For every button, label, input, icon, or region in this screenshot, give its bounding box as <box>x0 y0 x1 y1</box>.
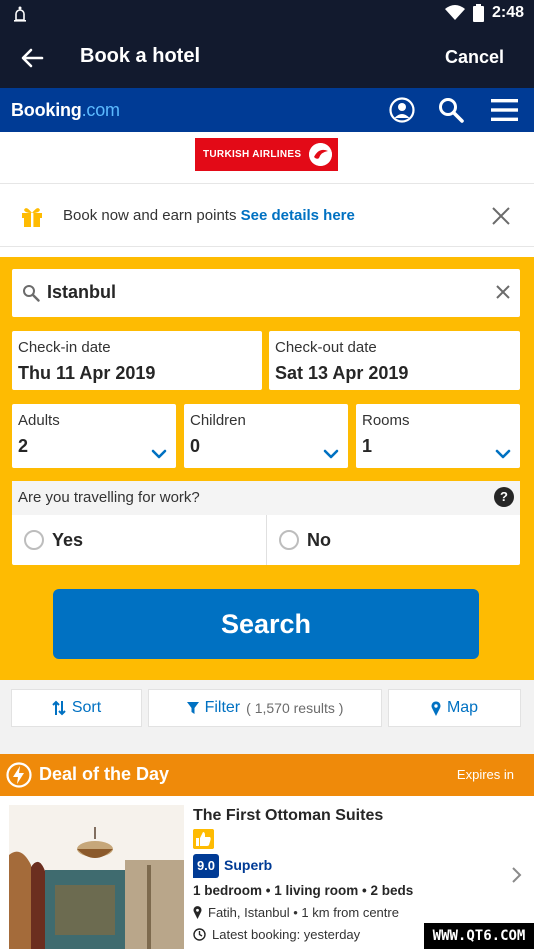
checkout-label: Check-out date <box>275 339 377 356</box>
search-button[interactable]: Search <box>53 589 479 659</box>
destination-input[interactable]: Istanbul <box>12 269 520 317</box>
checkin-value: Thu 11 Apr 2019 <box>18 363 156 383</box>
hotel-rooms: 1 bedroom • 1 living room • 2 beds <box>193 883 414 898</box>
clear-icon[interactable] <box>494 283 512 301</box>
map-pin-icon <box>431 700 441 716</box>
rooms-select[interactable]: Rooms 1 <box>356 404 520 468</box>
work-no-option[interactable]: No <box>266 515 520 565</box>
rooms-value: 1 <box>362 436 373 456</box>
checkout-value: Sat 13 Apr 2019 <box>275 363 409 383</box>
chevron-down-icon <box>323 449 339 459</box>
gift-icon <box>22 208 42 227</box>
watermark: WWW.QT6.COM <box>424 923 534 949</box>
lightning-icon <box>6 762 32 788</box>
airline-emblem-icon <box>309 143 332 166</box>
radio-button[interactable] <box>24 530 44 550</box>
booking-header: Booking.com <box>0 88 534 132</box>
location-pin-icon <box>193 906 202 919</box>
checkout-date-field[interactable]: Check-out date Sat 13 Apr 2019 <box>269 331 520 390</box>
promo-text: Book now and earn points See details her… <box>63 207 355 224</box>
radio-button[interactable] <box>279 530 299 550</box>
thumbs-up-icon <box>193 829 214 849</box>
promo-banner: Book now and earn points See details her… <box>0 183 534 247</box>
hotel-name: The First Ottoman Suites <box>193 807 384 824</box>
yes-label: Yes <box>52 530 84 550</box>
hotel-location: Fatih, Istanbul • 1 km from centre <box>193 905 399 920</box>
app-bar: Book a hotel Cancel <box>0 28 534 88</box>
deal-title: Deal of the Day <box>39 764 170 784</box>
booking-logo[interactable]: Booking.com <box>11 100 120 121</box>
chevron-down-icon <box>151 449 167 459</box>
clock-icon <box>193 928 206 941</box>
deal-expiry: Expires in <box>456 767 514 782</box>
map-button[interactable]: Map <box>388 689 521 727</box>
children-value: 0 <box>190 436 201 456</box>
account-icon[interactable] <box>388 96 416 124</box>
chevron-down-icon <box>495 449 511 459</box>
search-icon[interactable] <box>437 96 465 124</box>
back-arrow-icon[interactable] <box>18 44 46 72</box>
status-bar: 2:48 <box>0 0 534 28</box>
work-travel-question: Are you travelling for work? ? Yes No <box>12 481 520 565</box>
adults-label: Adults <box>18 412 60 429</box>
close-icon[interactable] <box>490 205 512 227</box>
filter-icon <box>186 702 199 714</box>
search-form: Istanbul Check-in date Thu 11 Apr 2019 C… <box>0 257 534 680</box>
children-label: Children <box>190 412 246 429</box>
chevron-right-icon[interactable] <box>510 866 522 884</box>
help-icon[interactable]: ? <box>494 487 514 507</box>
page-title: Book a hotel <box>80 45 201 67</box>
checkin-date-field[interactable]: Check-in date Thu 11 Apr 2019 <box>12 331 262 390</box>
partner-logo: TURKISH AIRLINES <box>195 138 338 171</box>
latest-booking: Latest booking: yesterday <box>193 927 360 942</box>
menu-icon[interactable] <box>490 96 518 124</box>
battery-icon <box>472 4 484 22</box>
wifi-icon <box>444 5 465 20</box>
review-word: Superb <box>224 857 273 873</box>
sort-icon <box>52 700 66 716</box>
deal-of-the-day-banner: Deal of the Day Expires in <box>0 754 534 796</box>
work-yes-option[interactable]: Yes <box>12 515 266 565</box>
hotel-photo <box>9 805 184 949</box>
work-travel-label: Are you travelling for work? <box>12 481 520 515</box>
no-label: No <box>307 530 331 550</box>
review-score: 9.0 <box>193 854 219 878</box>
see-details-link[interactable]: See details here <box>241 207 355 224</box>
adults-select[interactable]: Adults 2 <box>12 404 176 468</box>
checkin-label: Check-in date <box>18 339 111 356</box>
rooms-label: Rooms <box>362 412 410 429</box>
search-icon <box>23 285 40 302</box>
children-select[interactable]: Children 0 <box>184 404 348 468</box>
filter-button[interactable]: Filter ( 1,570 results ) <box>148 689 382 727</box>
destination-value: Istanbul <box>47 282 117 302</box>
results-count: ( 1,570 results ) <box>246 700 344 716</box>
notification-icon <box>14 6 26 22</box>
cancel-button[interactable]: Cancel <box>445 47 504 68</box>
adults-value: 2 <box>18 436 29 456</box>
status-time: 2:48 <box>491 4 524 21</box>
sort-button[interactable]: Sort <box>11 689 142 727</box>
results-toolbar: Sort Filter ( 1,570 results ) Map <box>0 680 534 754</box>
